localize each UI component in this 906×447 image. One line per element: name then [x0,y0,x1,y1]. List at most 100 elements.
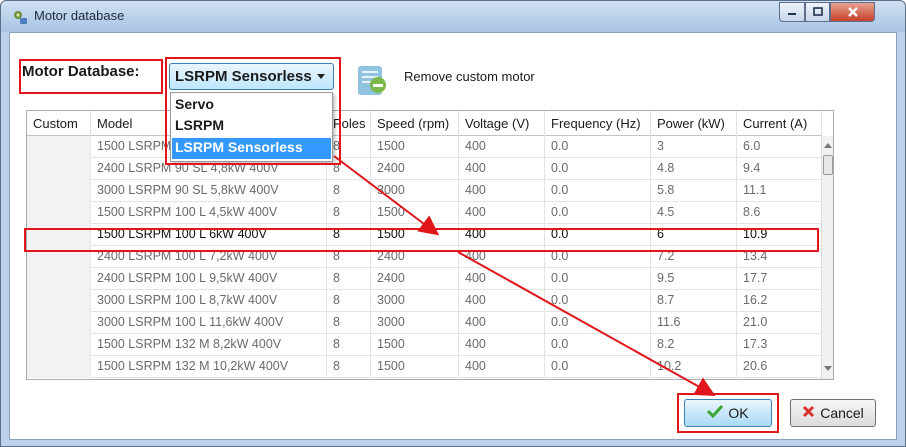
table-row[interactable]: 1500 LSRPM 90 SL 4,5kW 400V815004000.036… [27,136,822,158]
cell-poles: 8 [327,268,371,290]
cell-custom[interactable] [27,202,91,224]
cell-poles: 8 [327,312,371,334]
title-bar[interactable]: Motor database [1,1,905,32]
remove-custom-motor-button[interactable]: Remove custom motor [404,69,535,84]
cell-current: 11.1 [737,180,822,202]
cell-current: 6.0 [737,136,822,158]
cell-power: 4.5 [651,202,737,224]
cell-voltage: 400 [459,312,545,334]
cancel-button-label: Cancel [820,405,864,421]
cell-voltage: 400 [459,334,545,356]
cell-power: 10.2 [651,356,737,378]
close-button[interactable] [830,2,875,22]
cell-custom[interactable] [27,312,91,334]
column-header-frequency[interactable]: Frequency (Hz) [545,111,651,136]
table-row[interactable]: 1500 LSRPM 132 M 10,2kW 400V 8 1500 400 0.0 1… [27,356,822,378]
cell-speed: 3000 [371,180,459,202]
cell-voltage: 400 [459,136,545,158]
scroll-down-icon[interactable] [824,366,832,371]
cell-power: 3 [651,136,737,158]
table-body: 1500 LSRPM 90 SL 4,5kW 400V815004000.036… [27,136,822,378]
cell-custom[interactable] [27,180,91,202]
table-row[interactable]: 3000 LSRPM 100 L 11,6kW 400V 8 3000 400 0.0 1… [27,312,822,334]
cell-current: 16.2 [737,290,822,312]
cell-current: 21.0 [737,312,822,334]
cell-frequency: 0.0 [545,334,651,356]
table-header: Custom Model Poles Speed (rpm) Voltage (… [27,111,822,136]
cell-voltage: 400 [459,356,545,378]
cell-power: 4.8 [651,158,737,180]
cell-custom[interactable] [27,290,91,312]
cell-frequency: 0.0 [545,356,651,378]
cell-model: 1500 LSRPM 100 L 4,5kW 400V [91,202,327,224]
column-header-current[interactable]: Current (A) [737,111,822,136]
x-icon [802,405,815,422]
table-row[interactable]: 2400 LSRPM 90 SL 4,8kW 400V 8 2400 400 0.0 4.… [27,158,822,180]
table-row[interactable]: 2400 LSRPM 100 L 9,5kW 400V 8 2400 400 0.0 9.… [27,268,822,290]
cell-custom[interactable] [27,334,91,356]
cell-poles: 8 [327,356,371,378]
cell-speed: 1500 [371,334,459,356]
cell-frequency: 0.0 [545,158,651,180]
cell-current: 9.4 [737,158,822,180]
cell-speed: 2400 [371,268,459,290]
column-header-voltage[interactable]: Voltage (V) [459,111,545,136]
cell-current: 20.6 [737,356,822,378]
column-header-power[interactable]: Power (kW) [651,111,737,136]
cell-current: 8.6 [737,202,822,224]
cell-speed: 3000 [371,312,459,334]
cell-voltage: 400 [459,202,545,224]
remove-document-icon[interactable] [355,61,388,99]
cell-voltage: 400 [459,158,545,180]
cell-power: 5.8 [651,180,737,202]
annotation-box-selected-row [24,228,819,252]
cancel-button[interactable]: Cancel [790,399,876,427]
cell-speed: 3000 [371,290,459,312]
cell-custom[interactable] [27,136,91,158]
cell-speed: 1500 [371,136,459,158]
cell-poles: 8 [327,290,371,312]
cell-power: 8.2 [651,334,737,356]
table-row[interactable]: 3000 LSRPM 90 SL 5,8kW 400V 8 3000 400 0.0 5.… [27,180,822,202]
annotation-box-ok [677,393,779,433]
maximize-icon [812,7,823,16]
table-row[interactable]: 1500 LSRPM 100 L 4,5kW 400V 8 1500 400 0.0 4.… [27,202,822,224]
table-row[interactable]: 3000 LSRPM 100 L 8,7kW 400V 8 3000 400 0.0 8.… [27,290,822,312]
column-header-custom[interactable]: Custom [27,111,91,136]
cell-custom[interactable] [27,158,91,180]
table-row[interactable]: 1500 LSRPM 132 M 8,2kW 400V 8 1500 400 0.0 8.… [27,334,822,356]
cell-frequency: 0.0 [545,136,651,158]
cell-current: 17.3 [737,334,822,356]
cell-voltage: 400 [459,268,545,290]
cell-power: 8.7 [651,290,737,312]
annotation-box-dropdown [165,57,341,165]
cell-model: 3000 LSRPM 90 SL 5,8kW 400V [91,180,327,202]
cell-poles: 8 [327,202,371,224]
cell-custom[interactable] [27,356,91,378]
scroll-up-icon[interactable] [824,143,832,148]
column-header-speed[interactable]: Speed (rpm) [371,111,459,136]
cell-voltage: 400 [459,180,545,202]
annotation-box-label [19,59,163,94]
cell-model: 1500 LSRPM 132 M 10,2kW 400V [91,356,327,378]
cell-speed: 2400 [371,158,459,180]
cell-speed: 1500 [371,202,459,224]
close-icon [847,7,858,17]
cell-speed: 1500 [371,356,459,378]
vertical-scrollbar[interactable] [821,136,833,379]
cell-frequency: 0.0 [545,180,651,202]
cell-custom[interactable] [27,268,91,290]
cell-poles: 8 [327,180,371,202]
cell-power: 9.5 [651,268,737,290]
cell-frequency: 0.0 [545,312,651,334]
cell-model: 2400 LSRPM 100 L 9,5kW 400V [91,268,327,290]
minimize-button[interactable] [779,2,805,22]
cell-frequency: 0.0 [545,202,651,224]
cell-voltage: 400 [459,290,545,312]
cell-frequency: 0.0 [545,268,651,290]
minimize-icon [788,13,796,15]
scroll-thumb[interactable] [823,155,833,175]
cell-poles: 8 [327,334,371,356]
maximize-button[interactable] [805,2,830,22]
cell-model: 3000 LSRPM 100 L 11,6kW 400V [91,312,327,334]
